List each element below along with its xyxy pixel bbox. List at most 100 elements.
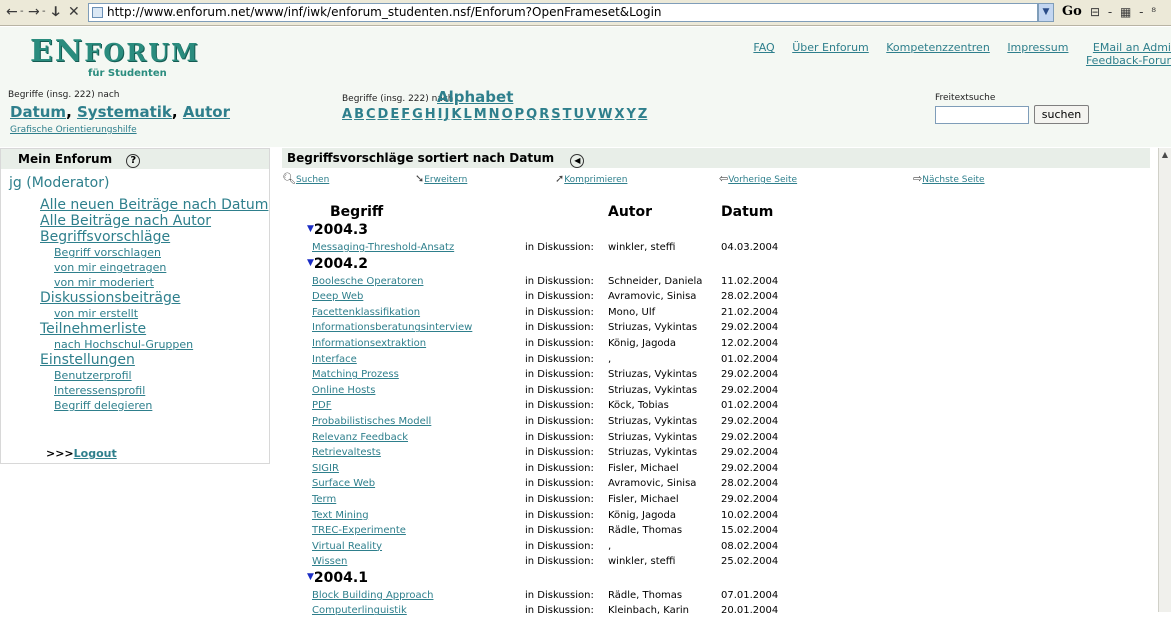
term-link[interactable]: Deep Web xyxy=(312,289,363,305)
reload-icon[interactable]: ↆ xyxy=(52,5,59,19)
letter-link-k[interactable]: K xyxy=(451,107,461,122)
vorherige-seite-link[interactable]: Vorherige Seite xyxy=(728,175,797,185)
sidebar-item[interactable]: nach Hochschul-Gruppen xyxy=(54,337,269,352)
letter-link-e[interactable]: E xyxy=(390,107,399,122)
logout-link[interactable]: Logout xyxy=(74,447,117,460)
komprimieren-link[interactable]: Komprimieren xyxy=(564,175,627,185)
tb-suchen[interactable]: 🔍︎Suchen xyxy=(282,172,329,185)
expand-triangle-icon[interactable]: ▼ xyxy=(307,224,314,234)
letter-link-s[interactable]: S xyxy=(551,107,560,122)
term-link[interactable]: Matching Prozess xyxy=(312,367,399,383)
term-link[interactable]: SIGIR xyxy=(312,461,339,477)
search-input[interactable] xyxy=(935,106,1029,124)
year-group-header[interactable]: ▼2004.2 xyxy=(307,256,832,274)
letter-link-r[interactable]: R xyxy=(539,107,549,122)
letter-link-p[interactable]: P xyxy=(515,107,525,122)
sidebar-item[interactable]: Alle Beiträge nach Autor xyxy=(40,213,269,229)
term-link[interactable]: Informationsberatungsinterview xyxy=(312,320,472,336)
term-link[interactable]: Term xyxy=(312,492,336,508)
grafische-orientierungshilfe-link[interactable]: Grafische Orientierungshilfe xyxy=(10,125,137,135)
tb-komprimieren[interactable]: ➚Komprimieren xyxy=(555,172,627,185)
letter-link-i[interactable]: I xyxy=(438,107,443,122)
letter-link-n[interactable]: N xyxy=(489,107,500,122)
year-group-header[interactable]: ▼2004.3 xyxy=(307,222,832,240)
sidebar-item[interactable]: Begriff delegieren xyxy=(54,398,269,413)
term-link[interactable]: Interface xyxy=(312,352,357,368)
letter-link-h[interactable]: H xyxy=(425,107,436,122)
letter-link-q[interactable]: Q xyxy=(526,107,537,122)
address-dropdown-icon[interactable]: ▼ xyxy=(1038,3,1054,22)
term-link[interactable]: Informationsextraktion xyxy=(312,336,426,352)
letter-link-v[interactable]: V xyxy=(586,107,596,122)
help-icon[interactable]: ? xyxy=(126,154,141,168)
letter-link-w[interactable]: W xyxy=(598,107,612,122)
sidebar-item[interactable]: Begriffsvorschläge xyxy=(40,229,269,245)
tb-erweitern[interactable]: ➘Erweitern xyxy=(415,172,467,185)
letter-link-g[interactable]: G xyxy=(412,107,423,122)
sidebar-item[interactable]: Interessensprofil xyxy=(54,383,269,398)
letter-link-t[interactable]: T xyxy=(563,107,572,122)
sidebar-item[interactable]: Teilnehmerliste xyxy=(40,321,269,337)
letter-link-d[interactable]: D xyxy=(378,107,389,122)
sidebar-item[interactable]: von mir moderiert xyxy=(54,275,269,290)
term-link[interactable]: Text Mining xyxy=(312,508,369,524)
letter-link-c[interactable]: C xyxy=(366,107,376,122)
term-link[interactable]: Block Building Approach xyxy=(312,588,433,604)
back-circle-icon[interactable]: ◀ xyxy=(570,154,585,168)
letter-link-y[interactable]: Y xyxy=(626,107,635,122)
scrollbar[interactable]: ▲ xyxy=(1158,148,1171,612)
enforum-logo[interactable]: ENFORUM für Studenten xyxy=(30,37,200,80)
term-link[interactable]: Computerlinguistik xyxy=(312,603,407,619)
sidebar-item[interactable]: Einstellungen xyxy=(40,352,269,368)
tb-naechste[interactable]: ⇨Nächste Seite xyxy=(913,172,985,185)
forward-icon[interactable]: → xyxy=(28,5,40,19)
erweitern-link[interactable]: Erweitern xyxy=(424,175,467,185)
term-link[interactable]: Messaging-Threshold-Ansatz xyxy=(312,240,454,256)
sort-systematik-link[interactable]: Systematik xyxy=(77,103,172,121)
sidebar-item[interactable]: von mir erstellt xyxy=(54,306,269,321)
back-icon[interactable]: ← xyxy=(6,5,18,19)
address-bar[interactable]: http://www.enforum.net/www/inf/iwk/enfor… xyxy=(88,3,1038,22)
sort-datum-link[interactable]: Datum xyxy=(10,103,66,121)
term-link[interactable]: Retrievaltests xyxy=(312,445,381,461)
term-link[interactable]: Relevanz Feedback xyxy=(312,430,408,446)
search-button[interactable]: suchen xyxy=(1034,105,1089,124)
term-link[interactable]: TREC-Experimente xyxy=(312,523,406,539)
term-link[interactable]: Online Hosts xyxy=(312,383,375,399)
sort-autor-link[interactable]: Autor xyxy=(183,103,230,121)
tb-vorherige[interactable]: ⇦Vorherige Seite xyxy=(719,172,797,185)
back-dropdown-icon[interactable]: - xyxy=(20,5,24,19)
sidebar-item[interactable]: Diskussionsbeiträge xyxy=(40,290,269,306)
feedback-forum-link[interactable]: Feedback-Forur xyxy=(1086,54,1171,67)
forward-dropdown-icon[interactable]: - xyxy=(42,5,46,19)
letter-link-o[interactable]: O xyxy=(502,107,513,122)
suchen-link[interactable]: Suchen xyxy=(296,175,329,185)
naechste-seite-link[interactable]: Nächste Seite xyxy=(922,175,984,185)
term-link[interactable]: Boolesche Operatoren xyxy=(312,274,423,290)
letter-link-b[interactable]: B xyxy=(354,107,364,122)
faq-link[interactable]: FAQ xyxy=(753,41,774,54)
toolbar-extra-icons[interactable]: ⊟ - ▦ - ⁸ xyxy=(1090,5,1158,19)
term-link[interactable]: Surface Web xyxy=(312,476,375,492)
impressum-link[interactable]: Impressum xyxy=(1007,41,1068,54)
kompetenzzentren-link[interactable]: Kompetenzzentren xyxy=(886,41,990,54)
expand-triangle-icon[interactable]: ▼ xyxy=(307,258,314,268)
ueber-enforum-link[interactable]: Über Enforum xyxy=(792,41,869,54)
letter-link-z[interactable]: Z xyxy=(638,107,647,122)
term-link[interactable]: Facettenklassifikation xyxy=(312,305,420,321)
letter-link-u[interactable]: U xyxy=(573,107,584,122)
letter-link-j[interactable]: J xyxy=(445,107,450,122)
term-link[interactable]: PDF xyxy=(312,398,331,414)
stop-icon[interactable]: ✕ xyxy=(68,5,80,19)
email-admin-link[interactable]: EMail an Admi xyxy=(1086,41,1171,54)
term-link[interactable]: Probabilistisches Modell xyxy=(312,414,431,430)
letter-link-l[interactable]: L xyxy=(463,107,471,122)
letter-link-a[interactable]: A xyxy=(342,107,352,122)
year-group-header[interactable]: ▼2004.1 xyxy=(307,570,832,588)
scroll-up-icon[interactable]: ▲ xyxy=(1159,150,1171,159)
term-link[interactable]: Virtual Reality xyxy=(312,539,382,555)
alphabet-link[interactable]: Alphabet xyxy=(437,88,513,106)
sidebar-item[interactable]: Benutzerprofil xyxy=(54,368,269,383)
letter-link-x[interactable]: X xyxy=(614,107,624,122)
expand-triangle-icon[interactable]: ▼ xyxy=(307,572,314,582)
